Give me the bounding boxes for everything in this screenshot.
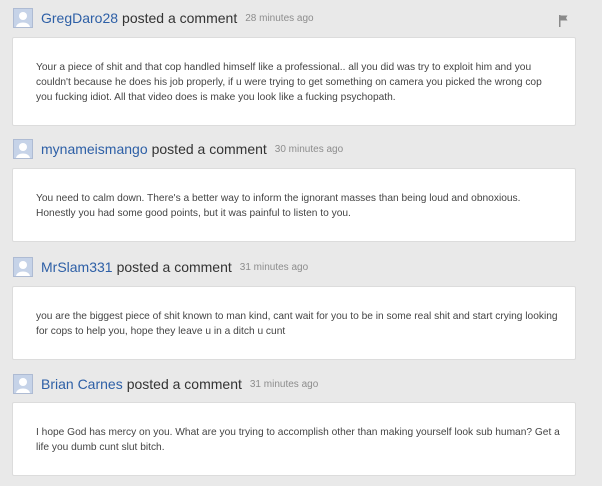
comment-item: GregDaro28 posted a comment 28 minutes a… [0,6,602,128]
comment-action: posted a comment [122,10,238,26]
avatar-icon[interactable] [13,139,33,159]
comment-header: GregDaro28 posted a comment 28 minutes a… [13,6,314,30]
comment-bubble: you are the biggest piece of shit known … [12,286,576,360]
comment-username[interactable]: GregDaro28 [41,10,118,26]
flag-icon[interactable] [557,14,571,28]
avatar-icon[interactable] [13,374,33,394]
comment-item: mynameismango posted a comment 30 minute… [0,137,602,243]
comment-bubble: I hope God has mercy on you. What are yo… [12,402,576,476]
comment-action: posted a comment [126,376,242,392]
comment-header: mynameismango posted a comment 30 minute… [13,137,343,161]
comment-username[interactable]: mynameismango [41,141,148,157]
comment-username[interactable]: MrSlam331 [41,259,113,275]
comment-action: posted a comment [151,141,267,157]
avatar-icon[interactable] [13,8,33,28]
comment-bubble: You need to calm down. There's a better … [12,168,576,242]
comment-action: posted a comment [116,259,232,275]
comment-username[interactable]: Brian Carnes [41,376,123,392]
comment-timestamp: 31 minutes ago [239,261,309,273]
comment-text: you are the biggest piece of shit known … [36,311,558,337]
comment-text: You need to calm down. There's a better … [36,193,521,219]
comment-text: Your a piece of shit and that cop handle… [36,62,542,103]
comment-timestamp: 30 minutes ago [274,143,344,155]
comment-text: I hope God has mercy on you. What are yo… [36,427,560,453]
comment-timestamp: 28 minutes ago [245,12,314,24]
comment-item: Brian Carnes posted a comment 31 minutes… [0,372,602,478]
comment-timestamp: 31 minutes ago [249,378,319,390]
comment-header: MrSlam331 posted a comment 31 minutes ag… [13,255,308,279]
comment-bubble: Your a piece of shit and that cop handle… [12,37,576,126]
comment-header: Brian Carnes posted a comment 31 minutes… [13,372,318,396]
comment-item: MrSlam331 posted a comment 31 minutes ag… [0,255,602,361]
avatar-icon[interactable] [13,257,33,277]
comment-feed: GregDaro28 posted a comment 28 minutes a… [0,0,602,486]
